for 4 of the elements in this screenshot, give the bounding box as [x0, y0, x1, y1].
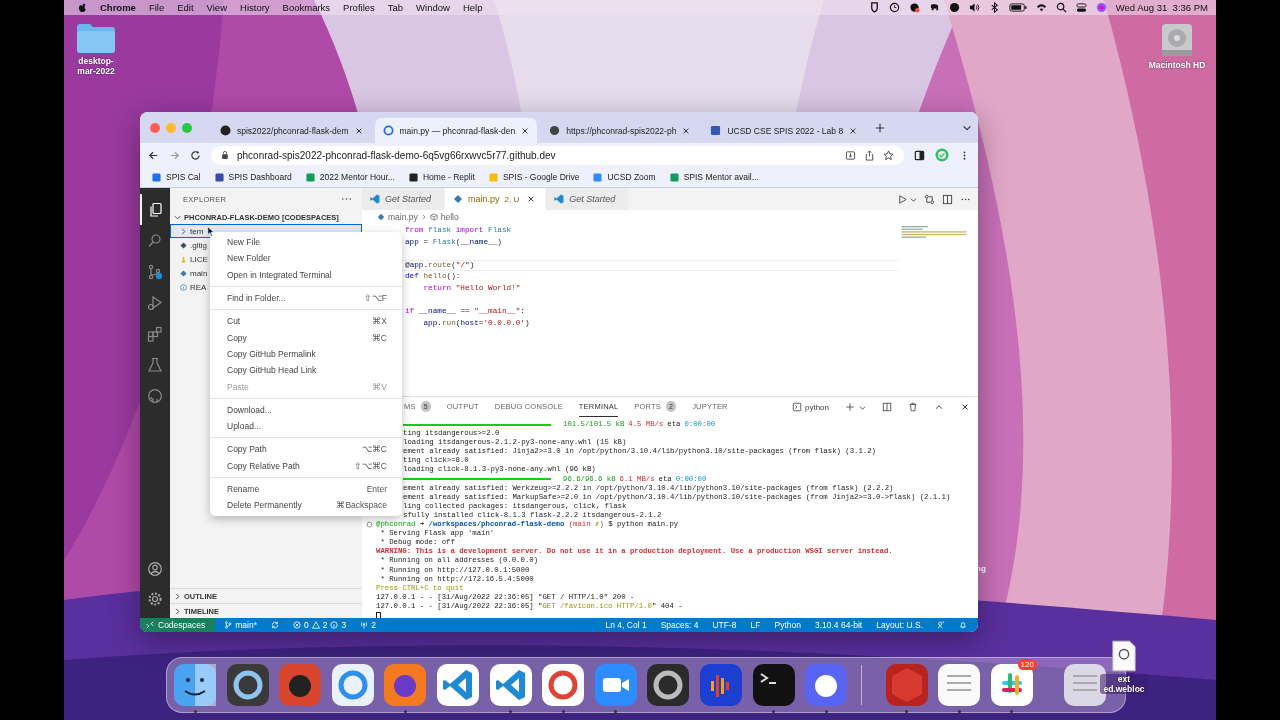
file-label: ext ed.webloc: [1100, 674, 1148, 694]
notification-badge: 120: [1017, 659, 1037, 670]
folder-label: desktop-mar-2022: [76, 56, 116, 76]
disk-label: Macintosh HD: [1148, 60, 1206, 70]
